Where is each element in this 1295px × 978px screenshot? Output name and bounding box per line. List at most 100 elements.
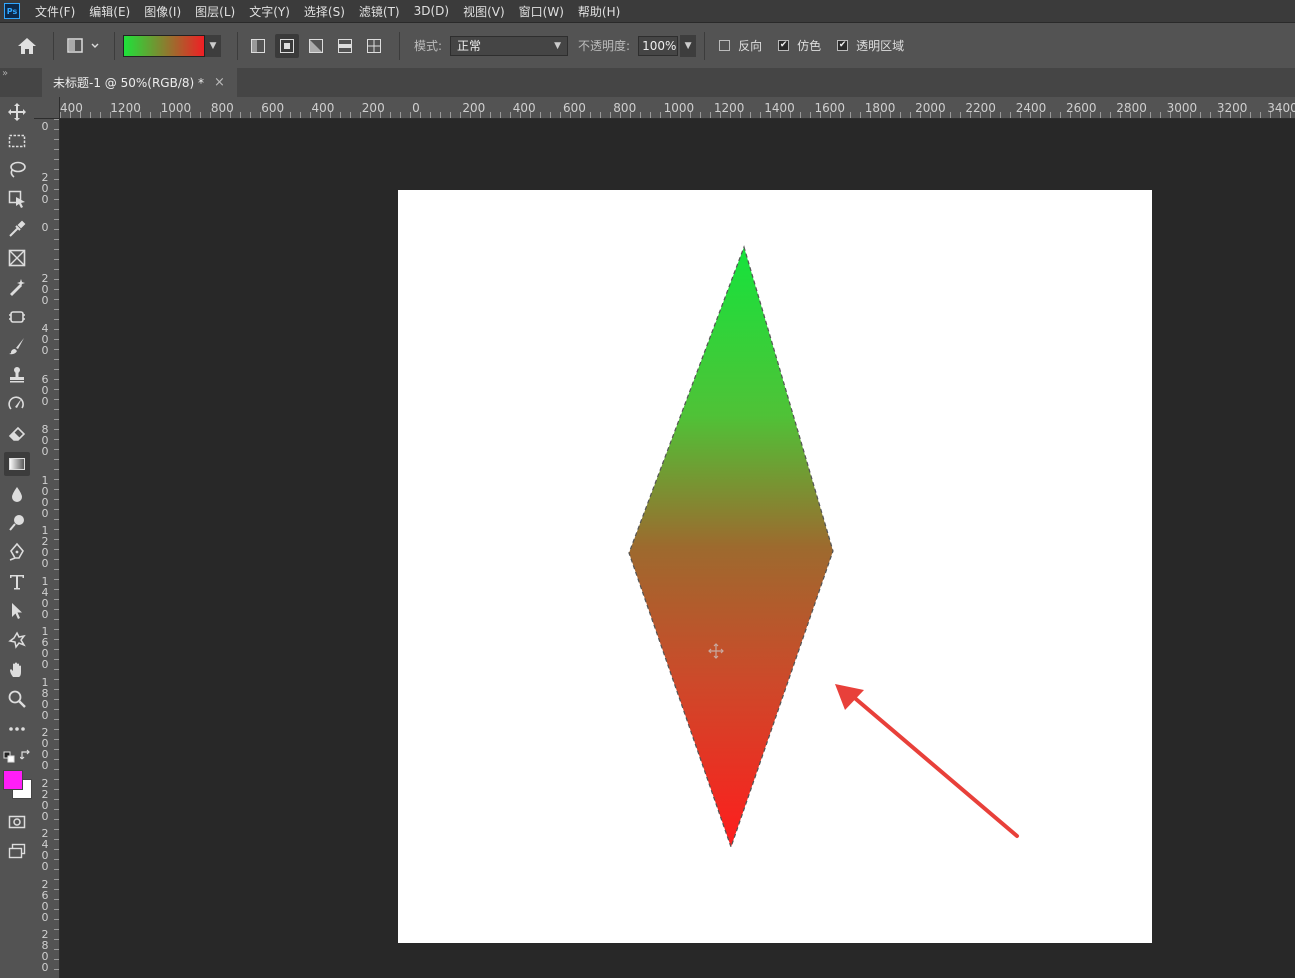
menu-window[interactable]: 窗口(W) — [512, 3, 571, 20]
frame-tool-button[interactable] — [4, 246, 30, 270]
brush-tool-button[interactable] — [4, 334, 30, 358]
ruler-label: 1200 — [713, 101, 745, 115]
diamond-gradient-icon — [367, 38, 381, 53]
horizontal-ruler[interactable]: 400 1200 1000 800 600 400 200 0 200 400 600 800 1000… — [60, 97, 1295, 119]
eraser-tool-button[interactable] — [4, 422, 30, 446]
close-icon[interactable]: × — [214, 75, 225, 90]
zoom-tool-button[interactable] — [4, 687, 30, 711]
tool-preset-picker[interactable] — [62, 37, 106, 55]
marquee-tool-button[interactable] — [4, 129, 30, 153]
patch-icon — [9, 311, 25, 323]
marquee-icon — [8, 134, 26, 148]
separator — [237, 31, 238, 60]
menu-image[interactable]: 图像(I) — [137, 3, 188, 20]
screen-mode-button[interactable] — [4, 839, 30, 863]
ruler-label: 0 — [41, 221, 49, 234]
reflected-gradient-button[interactable] — [333, 34, 357, 58]
menu-view[interactable]: 视图(V) — [456, 3, 512, 20]
swap-colors-icon[interactable] — [19, 749, 32, 764]
collapse-panel-icon[interactable]: » — [2, 68, 8, 79]
menu-file[interactable]: 文件(F) — [28, 3, 82, 20]
document-canvas[interactable] — [398, 190, 1152, 943]
ruler-label: 2600 — [41, 877, 49, 924]
canvas-workspace[interactable] — [60, 119, 1295, 978]
document-tab-strip: » 未标题-1 @ 50%(RGB/8) * × — [0, 68, 1295, 97]
history-brush-icon — [8, 396, 24, 410]
separator — [704, 31, 706, 60]
blur-tool-button[interactable] — [4, 482, 30, 506]
color-swatches — [3, 770, 33, 800]
ruler-label: 200 — [41, 271, 49, 307]
dodge-tool-button[interactable] — [4, 511, 30, 535]
object-select-icon — [8, 190, 25, 208]
ruler-label: 400 — [41, 322, 49, 357]
history-brush-tool-button[interactable] — [4, 392, 30, 416]
diamond-gradient-button[interactable] — [362, 34, 386, 58]
object-select-tool-button[interactable] — [4, 187, 30, 211]
lasso-tool-button[interactable] — [4, 158, 30, 182]
gradient-editor-swatch[interactable] — [123, 34, 205, 57]
healing-tool-button[interactable] — [4, 275, 30, 299]
hand-icon — [10, 662, 21, 677]
chevron-down-icon: ▼ — [209, 40, 217, 51]
menu-type[interactable]: 文字(Y) — [242, 3, 297, 20]
quick-mask-icon — [8, 815, 26, 829]
ruler-label: 0 — [41, 120, 49, 133]
ruler-label: 1600 — [814, 101, 846, 115]
blend-mode-value: 正常 — [457, 39, 482, 53]
quick-mask-button[interactable] — [4, 810, 30, 834]
menu-help[interactable]: 帮助(H) — [571, 3, 627, 20]
ruler-label: 200 — [41, 170, 49, 206]
ruler-ticks — [54, 119, 59, 978]
document-tab[interactable]: 未标题-1 @ 50%(RGB/8) * × — [42, 68, 237, 97]
home-icon — [18, 37, 36, 54]
foreground-color-swatch[interactable] — [3, 770, 23, 790]
shape-tool-button[interactable] — [4, 628, 30, 652]
ruler-label: 2400 — [1015, 101, 1047, 115]
path-select-tool-button[interactable] — [4, 599, 30, 623]
linear-gradient-button[interactable] — [246, 34, 270, 58]
menu-edit[interactable]: 编辑(E) — [82, 3, 137, 20]
ruler-label: 1000 — [663, 101, 695, 115]
gradient-picker-dropdown[interactable]: ▼ — [205, 34, 221, 57]
ruler-label: 800 — [210, 101, 234, 115]
opacity-input[interactable]: 100% — [638, 35, 679, 56]
angle-gradient-button[interactable] — [304, 34, 328, 58]
separator — [399, 31, 400, 60]
stamp-tool-button[interactable] — [4, 363, 30, 387]
more-tools-button[interactable] — [4, 717, 30, 741]
ruler-label: 2600 — [1066, 101, 1097, 115]
menu-filter[interactable]: 滤镜(T) — [352, 3, 407, 20]
eyedropper-tool-button[interactable] — [4, 217, 30, 241]
pen-tool-button[interactable] — [4, 540, 30, 564]
gradient-diamond-selection[interactable] — [629, 247, 833, 847]
menu-3d[interactable]: 3D(D) — [407, 4, 456, 18]
vertical-ruler[interactable]: 0 200 0 200 400 600 800 1000 1200 1400 1600 1800 200… — [34, 119, 60, 978]
ruler-label: 400 — [512, 101, 536, 115]
custom-shape-icon — [8, 631, 26, 649]
menu-layer[interactable]: 图层(L) — [188, 3, 242, 20]
ruler-label: 1000 — [160, 101, 192, 115]
radial-gradient-button[interactable] — [275, 33, 299, 58]
move-tool-button[interactable] — [4, 100, 30, 124]
reverse-checkbox[interactable]: 反向 — [719, 37, 762, 54]
ruler-label: 1400 — [41, 574, 49, 621]
ruler-origin[interactable] — [34, 97, 60, 119]
transparency-checkbox[interactable]: ✔ 透明区域 — [837, 37, 904, 54]
gradient-tool-button[interactable] — [4, 452, 30, 476]
ruler-label: 1800 — [864, 101, 896, 115]
gradient-icon — [9, 458, 25, 470]
home-button[interactable] — [9, 37, 45, 55]
type-tool-button[interactable] — [4, 570, 30, 594]
dither-checkbox[interactable]: ✔ 仿色 — [778, 37, 821, 54]
patch-tool-button[interactable] — [4, 305, 30, 329]
photoshop-logo-icon: Ps — [4, 3, 20, 19]
menu-select[interactable]: 选择(S) — [297, 3, 352, 20]
blend-mode-select[interactable]: 正常 ▼ — [450, 35, 569, 56]
eraser-icon — [8, 426, 26, 441]
hand-tool-button[interactable] — [4, 658, 30, 682]
opacity-dropdown[interactable]: ▼ — [680, 34, 697, 57]
blur-drop-icon — [12, 487, 22, 502]
document-tab-title: 未标题-1 @ 50%(RGB/8) * — [53, 76, 204, 90]
default-colors-icon[interactable] — [3, 751, 15, 766]
